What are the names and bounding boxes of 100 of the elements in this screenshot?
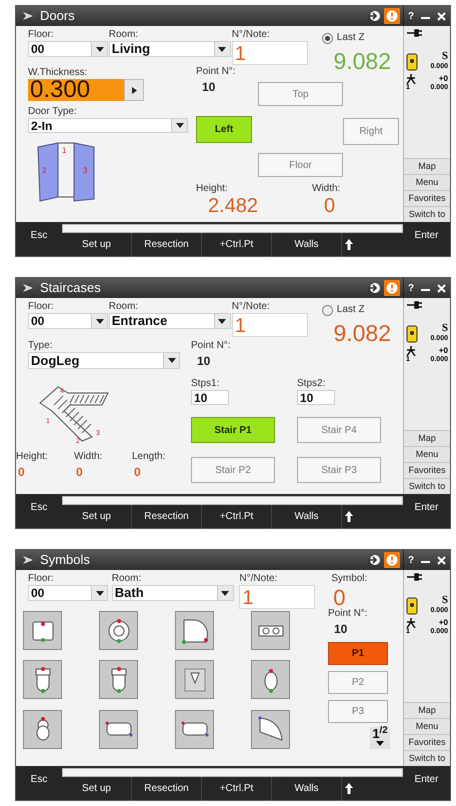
- function-button[interactable]: Walls: [272, 233, 342, 256]
- symbol-button[interactable]: [99, 611, 138, 650]
- help-button[interactable]: ?: [408, 552, 414, 568]
- help-button[interactable]: ?: [408, 280, 414, 296]
- target-button[interactable]: P2: [328, 671, 388, 694]
- floor-dropdown[interactable]: 00: [28, 313, 108, 329]
- side-menu-button[interactable]: Switch to: [404, 750, 450, 766]
- function-button[interactable]: Resection: [132, 777, 202, 800]
- point-number: 2: [42, 166, 46, 175]
- target-button[interactable]: Left: [196, 116, 252, 143]
- symbol-button[interactable]: [175, 710, 214, 749]
- room-dropdown[interactable]: Entrance: [108, 313, 231, 329]
- note-field[interactable]: 1: [232, 313, 308, 337]
- floor-dropdown[interactable]: 00: [28, 41, 108, 57]
- symbol-button[interactable]: [23, 611, 62, 650]
- function-button[interactable]: Set up: [62, 505, 132, 528]
- enter-button[interactable]: Enter: [403, 766, 450, 800]
- door-type-dropdown[interactable]: 2-In: [28, 118, 188, 133]
- close-icon[interactable]: [436, 284, 446, 292]
- function-button[interactable]: +Ctrl.Pt: [202, 233, 272, 256]
- prism-icon: [406, 53, 418, 71]
- arrow-up-icon[interactable]: [345, 511, 353, 522]
- type-dropdown[interactable]: DogLeg: [28, 352, 180, 369]
- symbol-value: 0: [333, 587, 346, 609]
- target-button[interactable]: P3: [328, 700, 388, 723]
- close-icon[interactable]: [436, 556, 446, 564]
- function-button[interactable]: Walls: [272, 505, 342, 528]
- field-label: Type:: [28, 340, 54, 352]
- login-icon[interactable]: [367, 553, 381, 567]
- room-dropdown[interactable]: Bath: [112, 585, 234, 601]
- target-button[interactable]: P1: [328, 642, 388, 665]
- caret-down-icon: [176, 123, 184, 128]
- esc-button[interactable]: Esc: [16, 766, 62, 800]
- target-button[interactable]: Stair P2: [191, 457, 275, 483]
- function-button[interactable]: Set up: [62, 777, 132, 800]
- function-button[interactable]: Resection: [132, 505, 202, 528]
- arrow-button[interactable]: [124, 79, 144, 101]
- enter-button[interactable]: Enter: [403, 222, 450, 256]
- symbol-button[interactable]: [251, 611, 290, 650]
- target-button[interactable]: Right: [343, 118, 399, 145]
- target-button[interactable]: Stair P4: [297, 417, 381, 443]
- side-menu-button[interactable]: Favorites: [404, 190, 450, 206]
- thickness-field[interactable]: 0.300: [28, 79, 124, 101]
- symbol-button[interactable]: [23, 710, 62, 749]
- side-menu-button[interactable]: Favorites: [404, 462, 450, 478]
- side-menu-button[interactable]: Map: [404, 158, 450, 174]
- function-button[interactable]: +Ctrl.Pt: [202, 777, 272, 800]
- help-button[interactable]: ?: [408, 8, 414, 24]
- function-button[interactable]: Set up: [62, 233, 132, 256]
- symbol-button[interactable]: [251, 710, 290, 749]
- arrow-up-icon[interactable]: [345, 239, 353, 250]
- field-label: Room:: [108, 29, 140, 41]
- symbol-button[interactable]: [99, 660, 138, 700]
- last-z-radio[interactable]: [322, 304, 333, 316]
- plug-icon: [407, 573, 423, 581]
- page-indicator[interactable]: 1$^{/2}$: [370, 727, 390, 749]
- enter-button[interactable]: Enter: [403, 494, 450, 528]
- target-button[interactable]: Top: [258, 82, 343, 106]
- symbol-button[interactable]: [175, 660, 214, 700]
- side-menu-button[interactable]: Favorites: [404, 734, 450, 750]
- last-z-radio[interactable]: [322, 32, 333, 44]
- last-z-value: 9.082: [332, 322, 392, 345]
- side-menu-button[interactable]: Switch to: [404, 478, 450, 494]
- esc-button[interactable]: Esc: [16, 494, 62, 528]
- side-menu-button[interactable]: Switch to: [404, 206, 450, 222]
- steps-field[interactable]: 10: [297, 390, 335, 405]
- target-button[interactable]: Floor: [258, 153, 343, 177]
- esc-button[interactable]: Esc: [16, 222, 62, 256]
- symbol-button[interactable]: [175, 611, 214, 650]
- field-label: Height:: [196, 183, 229, 195]
- side-menu-button[interactable]: Menu: [404, 718, 450, 734]
- side-menu-button[interactable]: Menu: [404, 446, 450, 462]
- arrow-up-icon[interactable]: [345, 783, 353, 794]
- target-button[interactable]: Stair P3: [297, 457, 381, 483]
- target-button[interactable]: Stair P1: [191, 417, 275, 443]
- caret-down-icon: [376, 741, 384, 746]
- floor-dropdown[interactable]: 00: [28, 585, 108, 601]
- function-button[interactable]: Resection: [132, 233, 202, 256]
- close-icon[interactable]: [436, 12, 446, 20]
- room-dropdown[interactable]: Living: [108, 41, 231, 57]
- symbol-button[interactable]: [23, 660, 62, 700]
- login-icon[interactable]: [367, 281, 381, 295]
- function-button[interactable]: +Ctrl.Pt: [202, 505, 272, 528]
- app-icon: [22, 10, 34, 22]
- symbol-button[interactable]: [251, 660, 290, 700]
- point-number-value: 10: [196, 353, 212, 370]
- steps-field[interactable]: 10: [191, 390, 229, 405]
- side-menu-button[interactable]: Menu: [404, 174, 450, 190]
- side-menu-button[interactable]: Map: [404, 702, 450, 718]
- symbol-button[interactable]: [99, 710, 138, 749]
- function-button[interactable]: Walls: [272, 777, 342, 800]
- field-label: W.Thickness:: [28, 67, 88, 79]
- offset-label: +0: [438, 74, 448, 83]
- note-field[interactable]: 1: [232, 41, 308, 65]
- note-field[interactable]: 1: [239, 585, 316, 609]
- field-label: N°/Note:: [239, 573, 278, 585]
- login-icon[interactable]: [367, 9, 381, 23]
- field-label: Length:: [132, 451, 166, 463]
- prism-label: S: [442, 595, 448, 606]
- side-menu-button[interactable]: Map: [404, 430, 450, 446]
